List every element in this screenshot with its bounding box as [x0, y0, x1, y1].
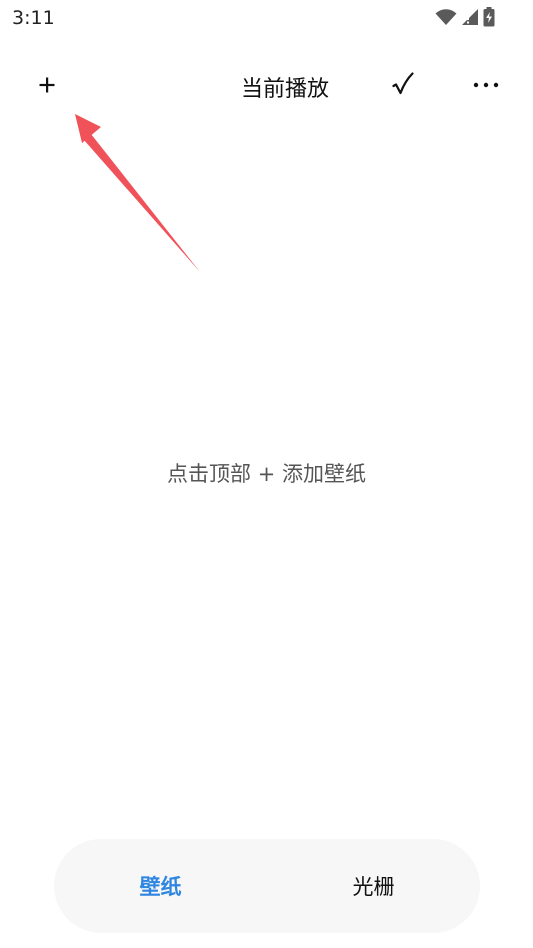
page-title: 当前播放 — [241, 77, 330, 102]
tab-wallpaper[interactable]: 壁纸 — [54, 871, 267, 901]
add-wallpaper-button[interactable] — [30, 68, 64, 102]
wifi-icon — [435, 8, 457, 26]
status-icons — [435, 7, 495, 27]
checkmark-icon — [392, 72, 414, 95]
signal-icon — [461, 8, 479, 26]
battery-charging-icon — [483, 7, 495, 27]
more-dots-icon — [473, 82, 499, 88]
tab-raster[interactable]: 光栅 — [267, 871, 480, 901]
status-bar: 3:11 — [0, 0, 533, 36]
plus-icon — [39, 77, 55, 93]
bottom-tab-bar: 壁纸 光栅 — [54, 839, 480, 933]
confirm-button[interactable] — [386, 67, 420, 103]
header: 当前播放 — [0, 58, 533, 114]
empty-state-hint: 点击顶部 + 添加壁纸 — [167, 462, 366, 486]
screen: 3:11 当前播放 点击顶部 + 添加壁纸 壁纸 光栅 — [0, 0, 533, 948]
more-options-button[interactable] — [468, 70, 504, 100]
status-time: 3:11 — [12, 7, 55, 29]
